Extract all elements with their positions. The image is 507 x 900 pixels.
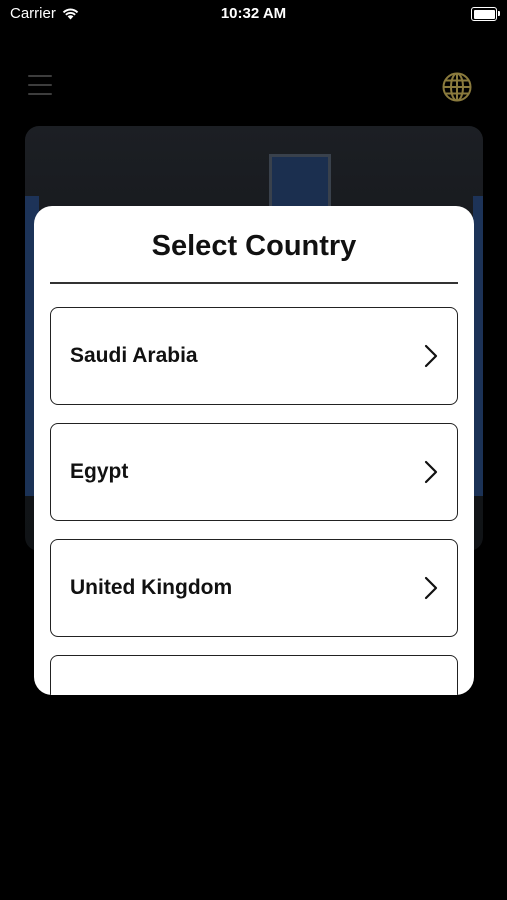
menu-line [28, 93, 52, 95]
status-bar: Carrier 10:32 AM [0, 0, 507, 30]
country-name: Saudi Arabia [70, 344, 198, 367]
banner-decoration [473, 196, 483, 496]
country-item-united-kingdom[interactable]: United Kingdom [50, 539, 458, 637]
menu-line [28, 75, 52, 77]
country-item-partial[interactable] [50, 655, 458, 695]
country-name: Egypt [70, 460, 129, 483]
menu-line [28, 84, 52, 86]
country-item-egypt[interactable]: Egypt [50, 423, 458, 521]
app-screen: Carrier 10:32 AM Select Country Saudi Ar… [0, 0, 507, 900]
modal-title: Select Country [151, 230, 357, 262]
title-divider [50, 282, 458, 284]
chevron-right-icon [424, 344, 438, 368]
country-name: United Kingdom [70, 576, 233, 599]
battery-icon [471, 7, 500, 21]
country-list[interactable]: Saudi Arabia Egypt United Kingdom [50, 307, 458, 695]
status-time: 10:32 AM [220, 5, 287, 22]
chevron-right-icon [424, 576, 438, 600]
select-country-modal: Select Country Saudi Arabia Egypt United… [34, 206, 474, 695]
hamburger-menu-icon[interactable] [28, 75, 52, 97]
country-item-saudi-arabia[interactable]: Saudi Arabia [50, 307, 458, 405]
globe-icon[interactable] [441, 71, 473, 103]
chevron-right-icon [424, 460, 438, 484]
